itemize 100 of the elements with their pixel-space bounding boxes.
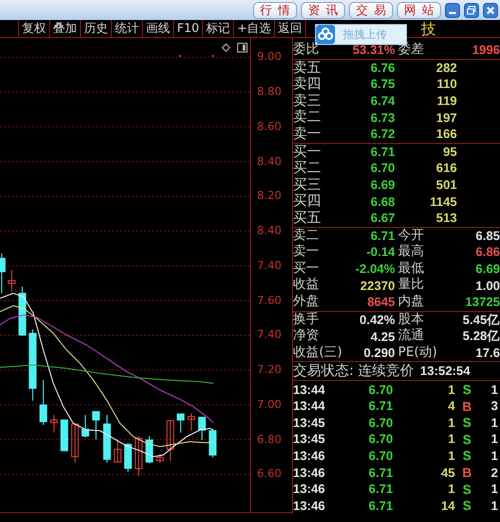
trade-time: 13:45	[293, 416, 326, 430]
trade-side: B	[461, 465, 473, 480]
field-value: 5.28亿	[462, 328, 500, 346]
field-label: 流通	[397, 328, 424, 345]
panel-icon[interactable]	[237, 42, 248, 52]
trade-side: S	[462, 382, 472, 398]
field-label: 收益	[293, 277, 319, 294]
trade-count: 1	[490, 382, 499, 397]
candlestick	[60, 420, 68, 452]
field-label: 卖二	[293, 228, 319, 244]
trade-time: 13:46	[293, 498, 326, 513]
diamond-icon[interactable]	[222, 43, 230, 52]
popup-label: 拖拽上传	[343, 27, 387, 42]
menu-button[interactable]: 交易	[349, 2, 393, 18]
field-value: 0.42%	[358, 313, 395, 327]
price-axis-label: 8.80	[257, 86, 282, 98]
candlestick	[166, 420, 174, 462]
trade-volume: 4	[447, 399, 455, 414]
price-axis-label: 8.60	[257, 120, 282, 133]
trade-time: 13:44	[293, 382, 326, 397]
menu-button[interactable]: 资讯	[301, 2, 345, 18]
trading-status: 交易状态: 连续竞价	[293, 362, 414, 380]
trade-side: S	[462, 415, 472, 430]
order-price: 6.67	[370, 211, 395, 226]
field-label: 量比	[397, 277, 424, 294]
point-marker	[179, 55, 181, 57]
price-axis-label: 8.40	[257, 225, 282, 238]
candlestick	[18, 286, 26, 336]
order-price: 6.69	[370, 178, 395, 192]
order-level-label: 买二	[293, 160, 322, 177]
field-label: 换手	[293, 312, 319, 328]
toolbar-button[interactable]: 统计	[112, 20, 143, 37]
trade-side: S	[462, 498, 472, 514]
order-volume: 119	[436, 94, 457, 108]
field-value: 13725	[464, 295, 500, 310]
order-price: 6.70	[370, 161, 395, 176]
candlestick	[103, 414, 111, 464]
candlestick	[0, 252, 6, 294]
field-value: 4.25	[370, 330, 395, 344]
trade-count: 3	[490, 399, 499, 414]
toolbar-button[interactable]: 返回	[275, 20, 306, 37]
toolbar-button[interactable]: 画线	[143, 20, 174, 37]
price-axis-label: 8.40	[257, 156, 282, 168]
price-axis-label: 6.60	[257, 468, 282, 480]
trade-count: 1	[490, 448, 499, 463]
trade-count: 1	[490, 482, 499, 496]
order-volume: 616	[435, 161, 457, 176]
field-value: 17.6	[474, 346, 500, 360]
status-time: 13:52:54	[420, 363, 470, 380]
trade-time: 13:46	[293, 448, 326, 463]
toolbar-button[interactable]: 历史	[81, 20, 112, 37]
toolbar-button[interactable]: +自选	[234, 20, 276, 37]
order-volume: 282	[435, 60, 457, 75]
order-price: 6.71	[370, 144, 395, 159]
order-price: 6.75	[370, 77, 395, 92]
candlestick	[8, 270, 16, 292]
field-label: 外盘	[293, 294, 319, 310]
trade-price: 6.71	[368, 399, 393, 414]
field-value: -0.14	[366, 245, 395, 260]
order-volume: 110	[436, 77, 457, 92]
price-axis-label: 7.00	[257, 398, 282, 411]
trade-volume: 1	[447, 416, 455, 430]
order-level-label: 买四	[293, 193, 322, 210]
stock-name: 技	[421, 20, 436, 37]
order-volume: 513	[435, 211, 457, 226]
order-level-label: 买五	[293, 210, 322, 227]
close-button[interactable]	[483, 2, 498, 18]
trade-volume: 1	[447, 448, 455, 463]
field-label: 股本	[397, 312, 424, 328]
field-label: 收益(三)	[293, 344, 342, 362]
toolbar-button[interactable]: 叠加	[50, 20, 81, 37]
trade-price: 6.70	[368, 432, 393, 446]
field-value: 6.71	[370, 228, 395, 243]
menu-button[interactable]: 行情	[253, 2, 297, 18]
candlestick	[134, 436, 142, 476]
toolbar-button[interactable]: 复权	[19, 20, 50, 37]
trade-side: S	[462, 432, 472, 447]
field-value: 0.290	[362, 346, 395, 360]
trade-price: 6.71	[368, 482, 393, 496]
trade-time: 13:45	[293, 432, 326, 446]
toolbar-button[interactable]: F10	[174, 20, 204, 37]
restore-button[interactable]	[464, 2, 479, 18]
candlestick	[156, 454, 164, 464]
minimize-button[interactable]	[445, 2, 460, 18]
order-price: 6.76	[370, 60, 395, 75]
price-axis-label: 6.80	[257, 434, 282, 446]
order-volume: 166	[435, 127, 457, 142]
cloud-icon	[316, 25, 335, 44]
trade-price: 6.70	[368, 382, 393, 397]
field-value: 22370	[359, 278, 395, 293]
candlestick	[208, 430, 216, 458]
field-value: 6.86	[474, 245, 500, 260]
toolbar-button[interactable]: 标记	[203, 20, 234, 37]
candlestick	[176, 414, 184, 434]
field-value: 53.31%	[352, 43, 395, 58]
field-value: -2.04%	[354, 262, 395, 276]
trade-volume: 1	[447, 382, 455, 397]
order-price: 6.73	[370, 110, 395, 125]
field-label: 净资	[293, 328, 319, 345]
menu-button[interactable]: 网站	[397, 2, 441, 18]
